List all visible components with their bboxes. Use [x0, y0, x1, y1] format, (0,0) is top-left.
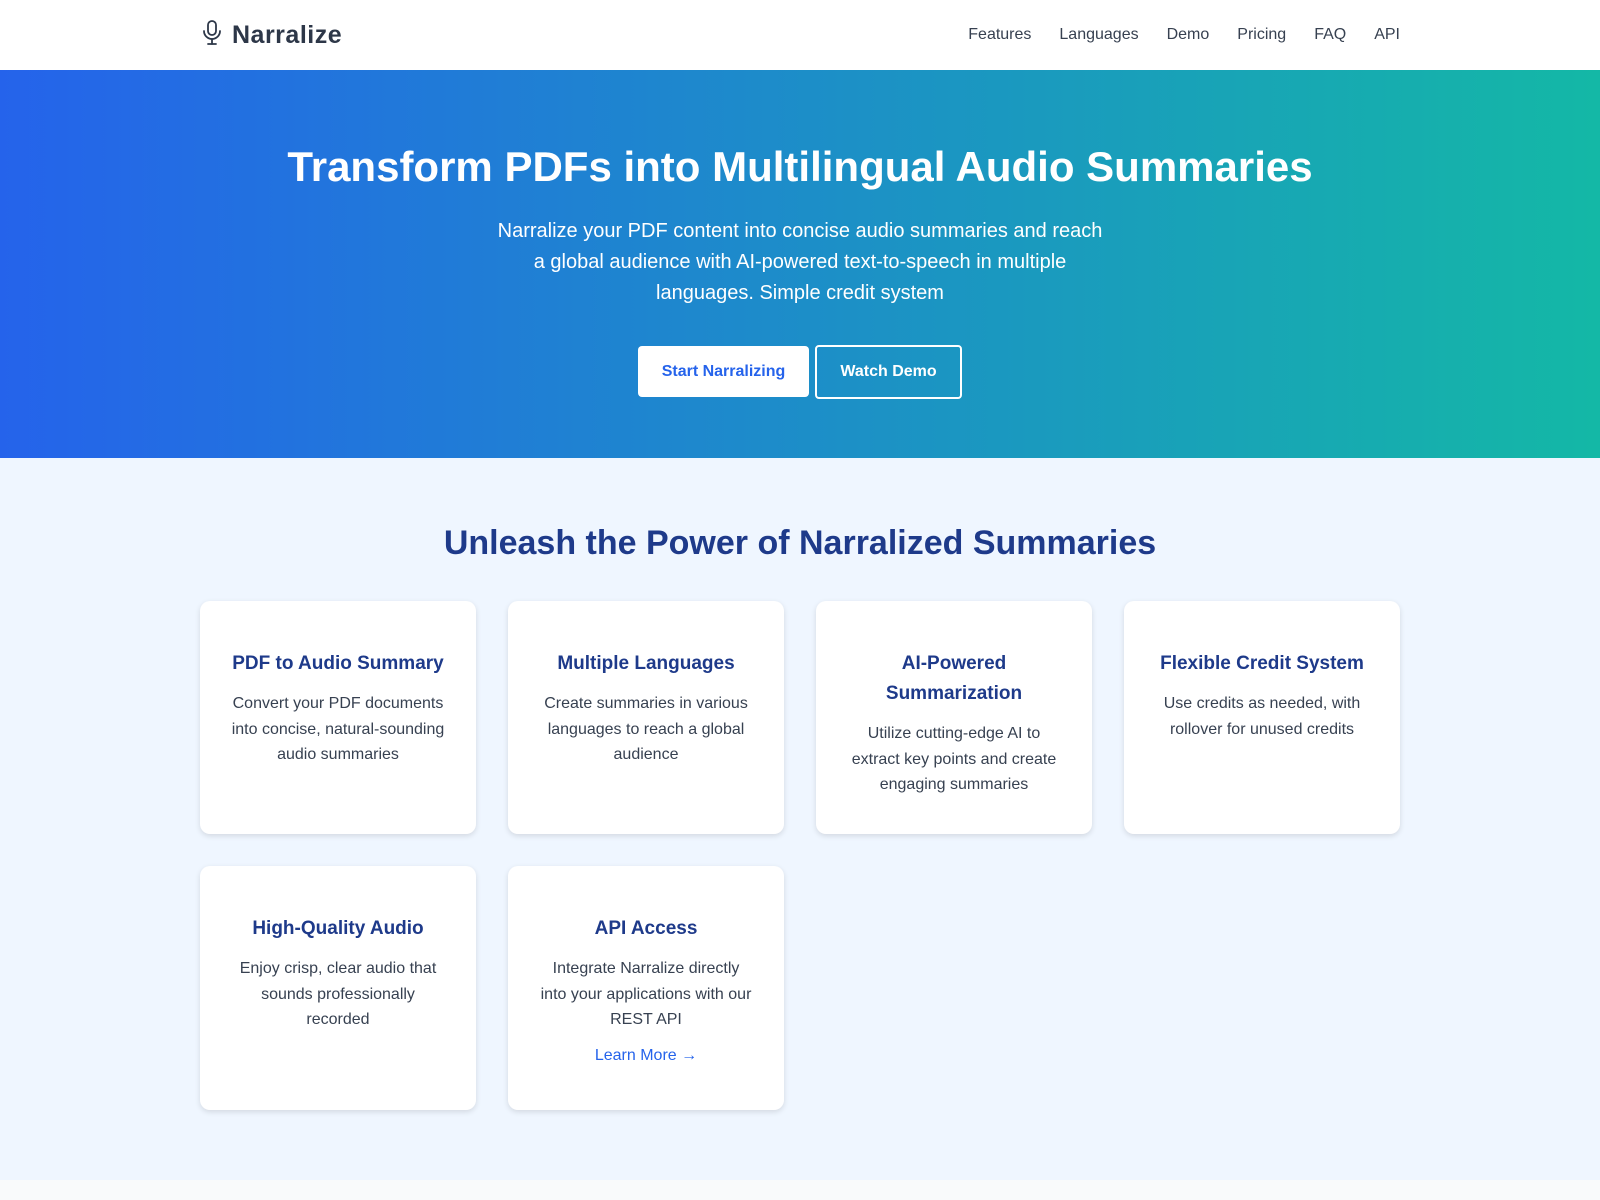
feature-card-title: AI-Powered Summarization [885, 653, 1023, 704]
feature-card-title: Multiple Languages [557, 653, 735, 674]
features-section: Unleash the Power of Narralized Summarie… [0, 458, 1600, 1180]
feature-card-credit-system: Flexible Credit System Use credits as ne… [1124, 601, 1400, 834]
features-title: Unleash the Power of Narralized Summarie… [443, 524, 1157, 562]
footer-band [0, 1180, 1600, 1200]
feature-card-description: Use credits as needed, with rollover for… [1163, 695, 1361, 738]
nav-link-api[interactable]: API [1374, 26, 1400, 44]
feature-card-api-access: API Access Integrate Narralize directly … [508, 866, 784, 1110]
feature-card-description: Utilize cutting-edge AI to extract key p… [851, 725, 1057, 793]
watch-demo-button[interactable]: Watch Demo [815, 345, 962, 400]
nav-link-demo[interactable]: Demo [1167, 26, 1210, 44]
feature-card-title: API Access [594, 918, 698, 939]
brand-logo[interactable]: Narralize [200, 19, 342, 52]
main-nav: Features Languages Demo Pricing FAQ API [940, 26, 1400, 44]
feature-card-high-quality-audio: High-Quality Audio Enjoy crisp, clear au… [200, 866, 476, 1110]
site-header: Narralize Features Languages Demo Pricin… [0, 0, 1600, 70]
features-grid: PDF to Audio Summary Convert your PDF do… [0, 601, 1600, 1110]
feature-card-description: Create summaries in various languages to… [544, 695, 748, 763]
hero-subtitle: Narralize your PDF content into concise … [497, 220, 1103, 305]
feature-card-pdf-to-audio: PDF to Audio Summary Convert your PDF do… [200, 601, 476, 834]
nav-link-features[interactable]: Features [968, 26, 1031, 44]
feature-card-multiple-languages: Multiple Languages Create summaries in v… [508, 601, 784, 834]
hero-section: Transform PDFs into Multilingual Audio S… [0, 70, 1600, 458]
nav-link-faq[interactable]: FAQ [1314, 26, 1346, 44]
feature-card-title: PDF to Audio Summary [232, 653, 444, 674]
brand-name: Narralize [232, 20, 343, 49]
microphone-icon [200, 19, 224, 52]
start-narralizing-button[interactable]: Start Narralizing [638, 346, 809, 398]
feature-card-description: Convert your PDF documents into concise,… [231, 695, 445, 763]
feature-card-title: Flexible Credit System [1160, 653, 1364, 674]
feature-card-description: Integrate Narralize directly into your a… [540, 960, 752, 1028]
nav-link-languages[interactable]: Languages [1059, 26, 1138, 44]
learn-more-link[interactable]: Learn More → [595, 1047, 697, 1065]
feature-card-ai-summarization: AI-Powered Summarization Utilize cutting… [816, 601, 1092, 834]
nav-link-pricing[interactable]: Pricing [1237, 26, 1286, 44]
feature-card-title: High-Quality Audio [252, 918, 424, 939]
hero-buttons: Start Narralizing Watch Demo [0, 345, 1600, 400]
hero-title: Transform PDFs into Multilingual Audio S… [287, 143, 1313, 190]
feature-card-description: Enjoy crisp, clear audio that sounds pro… [239, 960, 437, 1028]
